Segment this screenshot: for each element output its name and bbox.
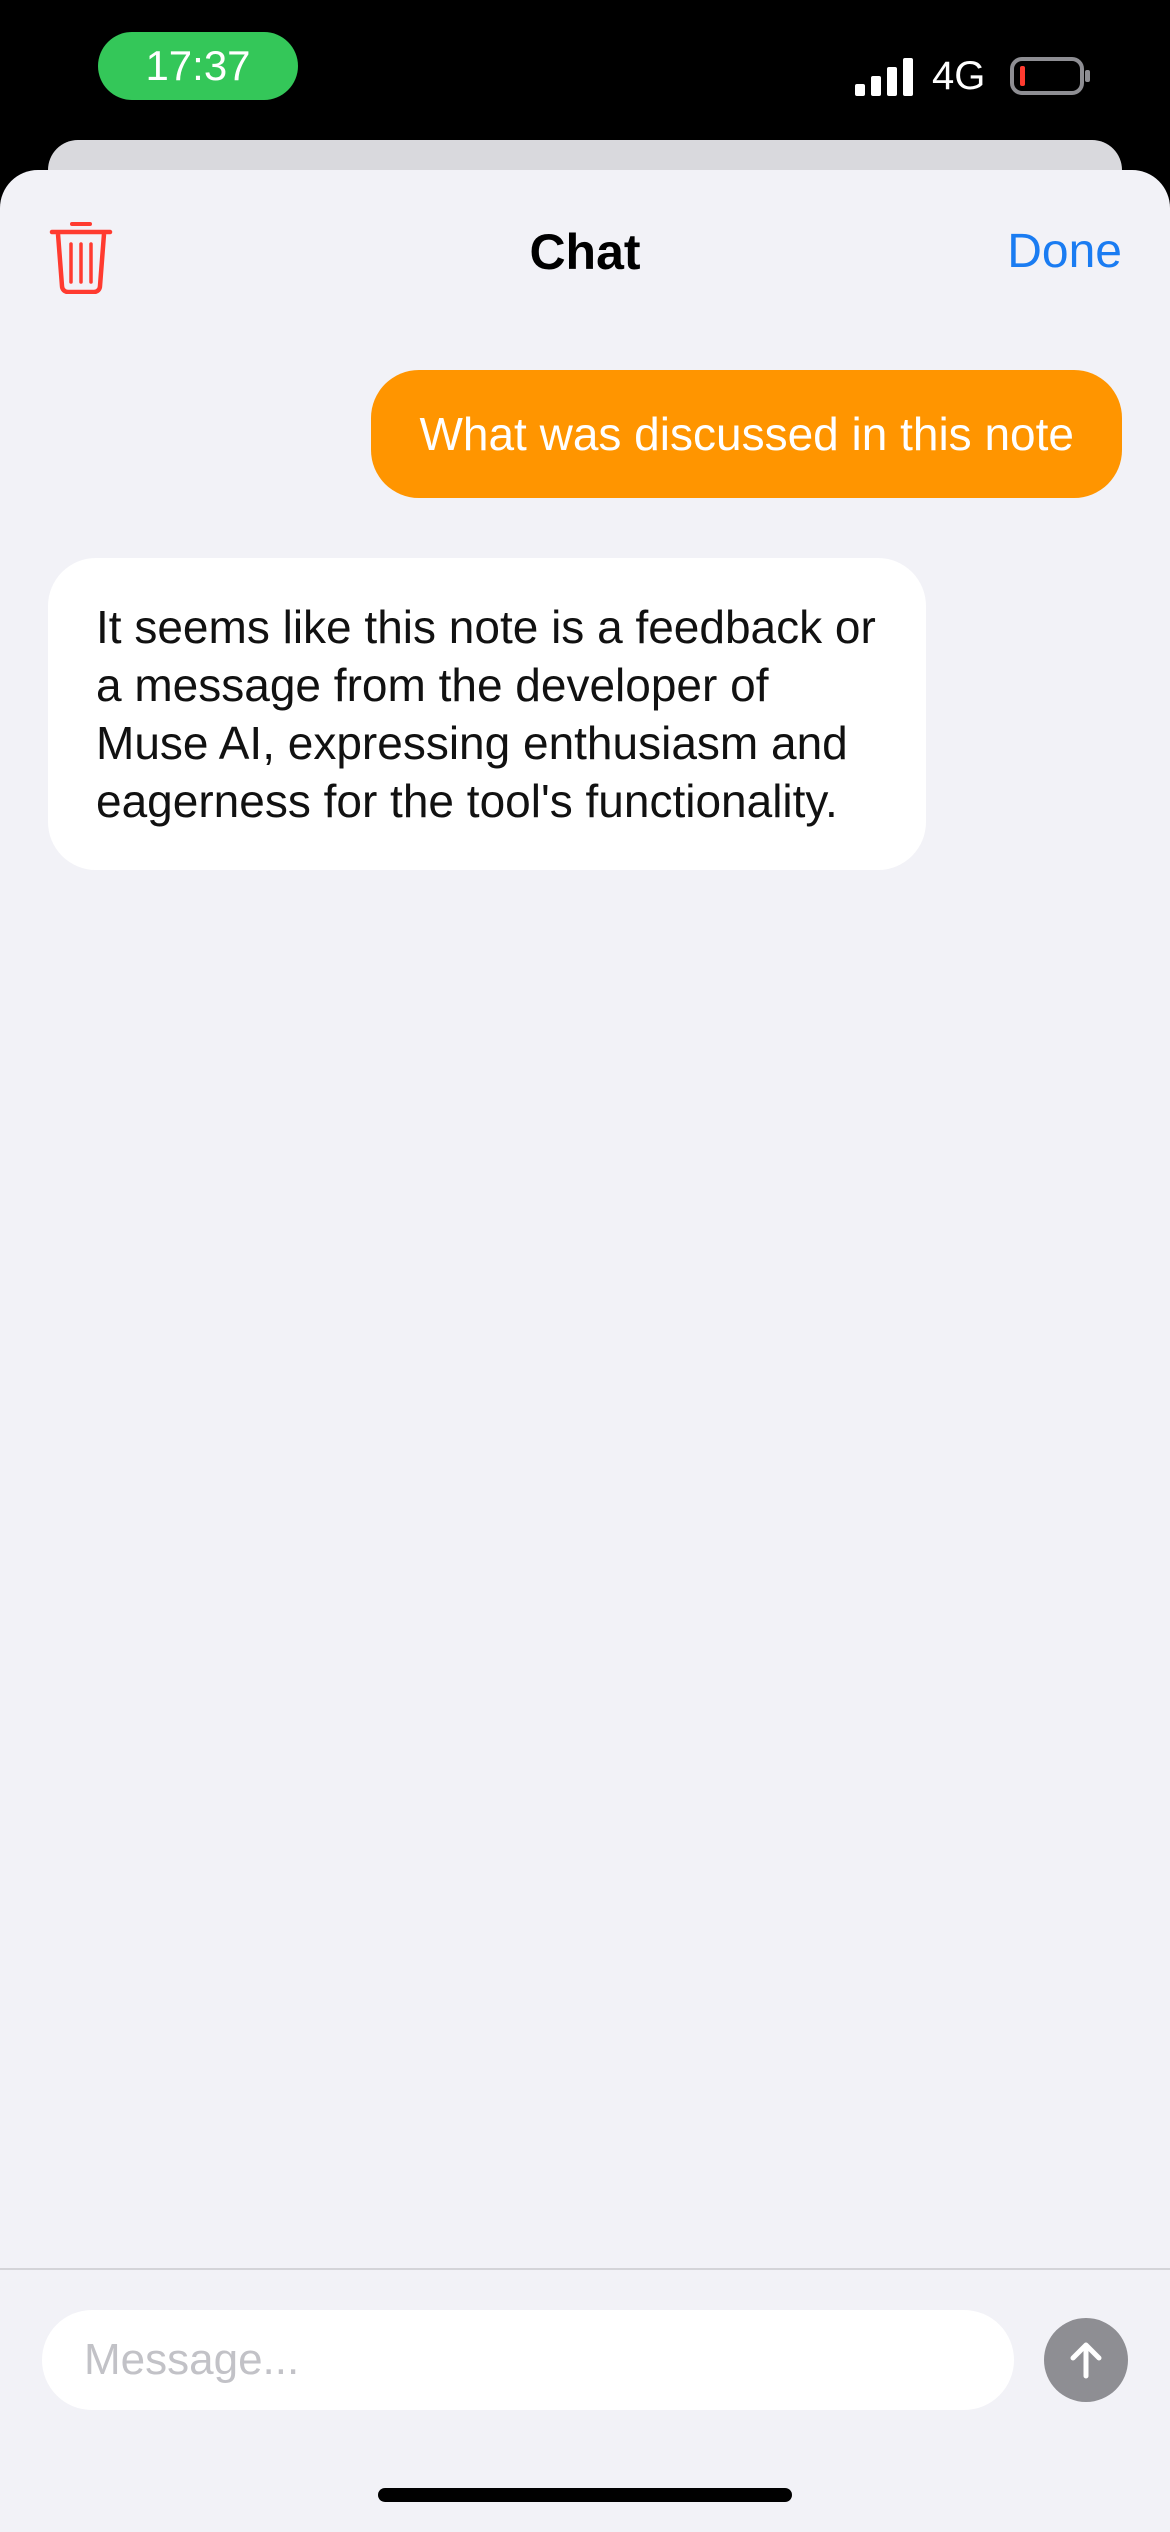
- trash-icon: [49, 222, 113, 295]
- delete-chat-button[interactable]: [48, 218, 114, 295]
- done-button[interactable]: Done: [1007, 222, 1122, 282]
- battery-low-icon: [1010, 57, 1090, 95]
- chat-screen: 17:37 4G Chat Done What was discussed in…: [0, 0, 1170, 2532]
- chat-sheet: Chat Done What was discussed in this not…: [0, 170, 1170, 2532]
- send-button[interactable]: [1044, 2318, 1128, 2402]
- page-title: Chat: [529, 224, 641, 280]
- user-message-bubble: What was discussed in this note: [371, 370, 1122, 498]
- status-time[interactable]: 17:37: [98, 32, 298, 100]
- assistant-message-bubble: It seems like this note is a feedback or…: [48, 558, 926, 870]
- message-input[interactable]: [42, 2310, 1014, 2410]
- nav-bar: Chat Done: [0, 170, 1170, 340]
- home-indicator[interactable]: [378, 2488, 792, 2502]
- signal-bars-icon: [855, 58, 913, 96]
- network-type: 4G: [932, 54, 986, 98]
- status-bar: 17:37 4G: [0, 0, 1170, 140]
- arrow-up-icon: [1070, 2342, 1102, 2379]
